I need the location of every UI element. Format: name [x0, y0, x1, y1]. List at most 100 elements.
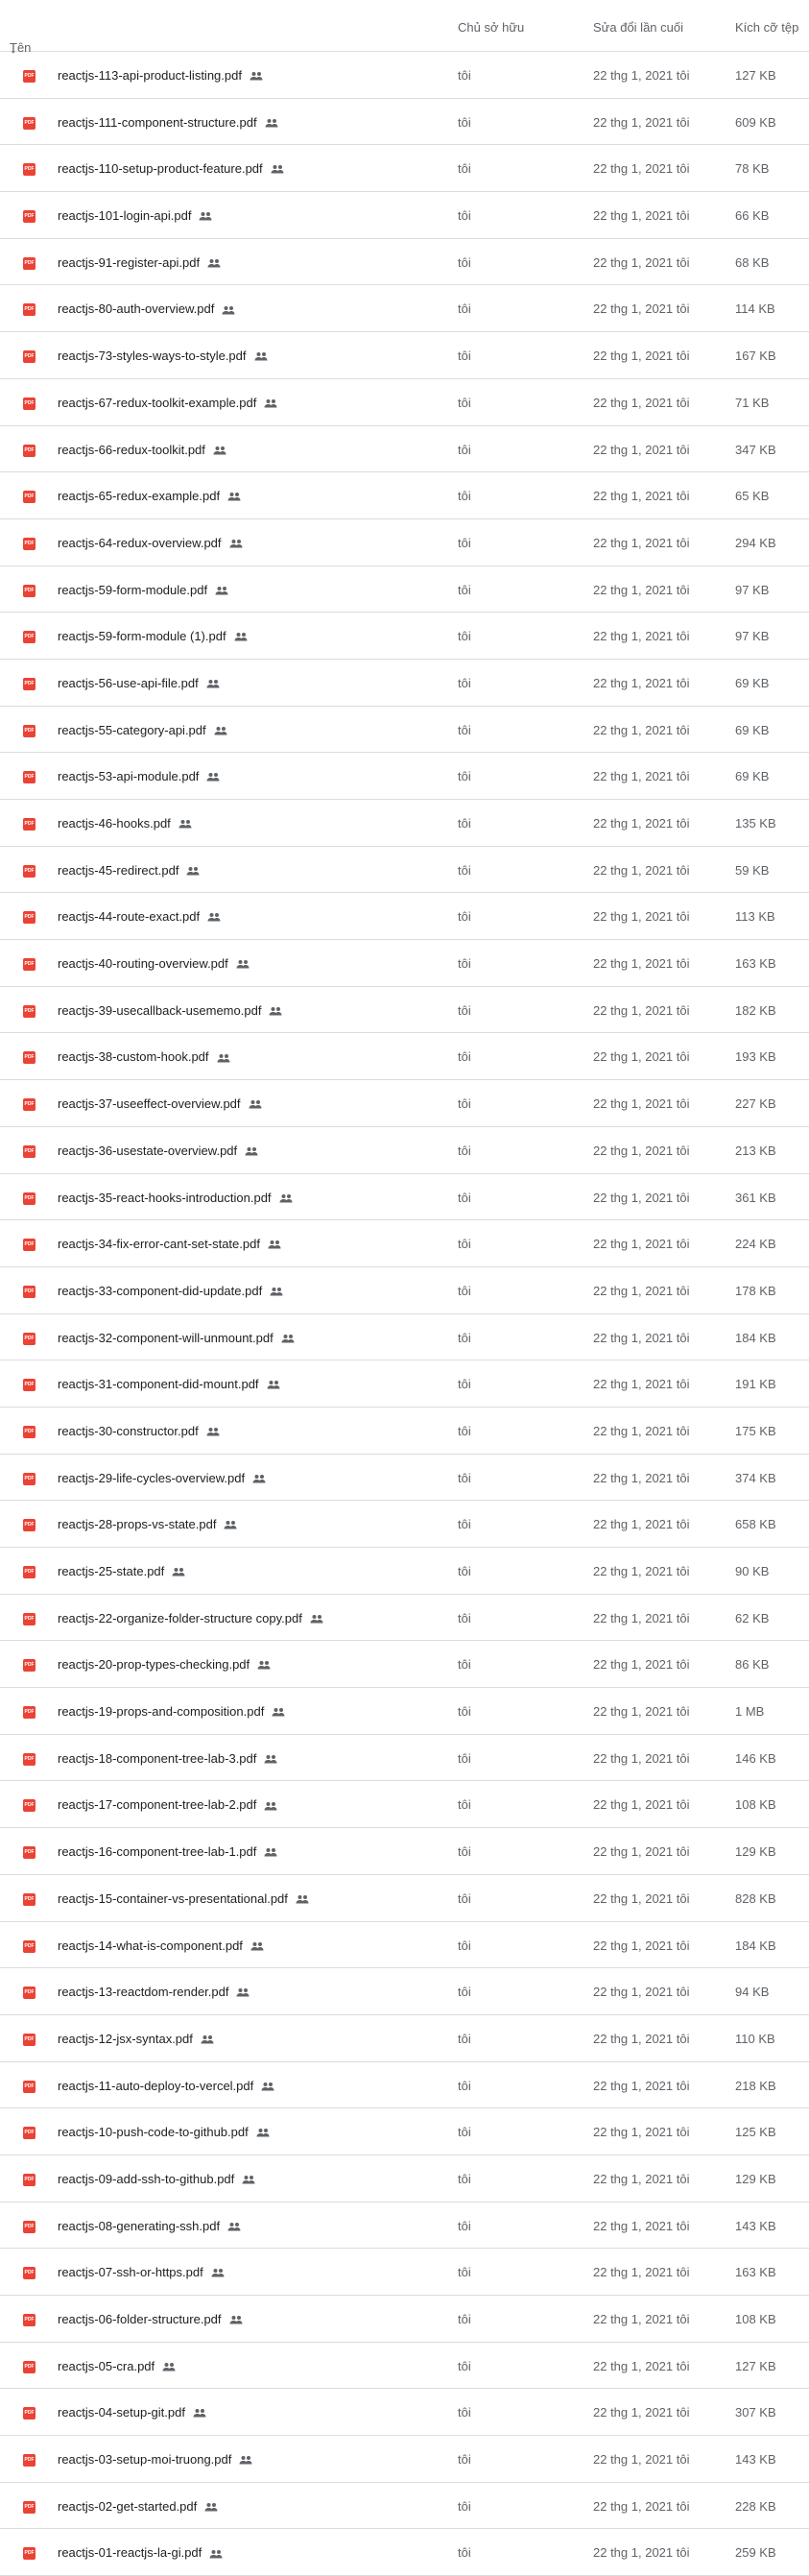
- file-name[interactable]: reactjs-08-generating-ssh.pdf: [58, 2219, 220, 2233]
- file-name-cell[interactable]: reactjs-17-component-tree-lab-2.pdf: [58, 1797, 277, 1813]
- file-row[interactable]: PDF reactjs-30-constructor.pdf tôi 22 thg 1…: [0, 1408, 809, 1455]
- file-name-cell[interactable]: reactjs-45-redirect.pdf: [58, 863, 200, 879]
- file-row[interactable]: PDF reactjs-46-hooks.pdf tôi 22 thg 1, 2021…: [0, 800, 809, 847]
- file-row[interactable]: PDF reactjs-113-api-product-listing.pdf tô…: [0, 52, 809, 99]
- file-name[interactable]: reactjs-04-setup-git.pdf: [58, 2405, 185, 2420]
- file-name-cell[interactable]: reactjs-25-state.pdf: [58, 1564, 185, 1579]
- file-name[interactable]: reactjs-05-cra.pdf: [58, 2359, 155, 2373]
- file-row[interactable]: PDF reactjs-59-form-module (1).pdf tôi 22 t…: [0, 613, 809, 660]
- file-name-cell[interactable]: reactjs-66-redux-toolkit.pdf: [58, 443, 226, 458]
- file-name[interactable]: reactjs-59-form-module.pdf: [58, 583, 207, 597]
- file-name-cell[interactable]: reactjs-35-react-hooks-introduction.pdf: [58, 1191, 293, 1206]
- column-header-owner[interactable]: Chủ sở hữu: [458, 20, 524, 35]
- file-name-cell[interactable]: reactjs-03-setup-moi-truong.pdf: [58, 2452, 252, 2468]
- file-row[interactable]: PDF reactjs-03-setup-moi-truong.pdf tôi 22 …: [0, 2436, 809, 2483]
- file-name-cell[interactable]: reactjs-29-life-cycles-overview.pdf: [58, 1471, 266, 1486]
- file-row[interactable]: PDF reactjs-56-use-api-file.pdf tôi 22 thg …: [0, 660, 809, 707]
- file-row[interactable]: PDF reactjs-65-redux-example.pdf tôi 22 thg…: [0, 472, 809, 519]
- file-row[interactable]: PDF reactjs-20-prop-types-checking.pdf tôi…: [0, 1641, 809, 1689]
- file-name[interactable]: reactjs-91-register-api.pdf: [58, 255, 200, 270]
- file-name[interactable]: reactjs-65-redux-example.pdf: [58, 489, 220, 503]
- file-name-cell[interactable]: reactjs-28-props-vs-state.pdf: [58, 1517, 237, 1532]
- file-name-cell[interactable]: reactjs-13-reactdom-render.pdf: [58, 1985, 250, 2000]
- file-row[interactable]: PDF reactjs-15-container-vs-presentationa…: [0, 1875, 809, 1922]
- file-name-cell[interactable]: reactjs-10-push-code-to-github.pdf: [58, 2125, 270, 2140]
- file-name-cell[interactable]: reactjs-59-form-module (1).pdf: [58, 629, 248, 644]
- file-name[interactable]: reactjs-14-what-is-component.pdf: [58, 1938, 243, 1953]
- file-name-cell[interactable]: reactjs-05-cra.pdf: [58, 2359, 176, 2374]
- file-name-cell[interactable]: reactjs-65-redux-example.pdf: [58, 489, 241, 504]
- file-name[interactable]: reactjs-10-push-code-to-github.pdf: [58, 2125, 249, 2139]
- file-name-cell[interactable]: reactjs-16-component-tree-lab-1.pdf: [58, 1844, 277, 1860]
- file-name[interactable]: reactjs-16-component-tree-lab-1.pdf: [58, 1844, 256, 1859]
- file-name-cell[interactable]: reactjs-30-constructor.pdf: [58, 1424, 220, 1439]
- file-name-cell[interactable]: reactjs-02-get-started.pdf: [58, 2499, 218, 2515]
- file-name-cell[interactable]: reactjs-06-folder-structure.pdf: [58, 2312, 243, 2327]
- file-name[interactable]: reactjs-113-api-product-listing.pdf: [58, 68, 242, 83]
- file-name[interactable]: reactjs-32-component-will-unmount.pdf: [58, 1331, 274, 1345]
- file-row[interactable]: PDF reactjs-08-generating-ssh.pdf tôi 22 th…: [0, 2203, 809, 2250]
- file-name[interactable]: reactjs-09-add-ssh-to-github.pdf: [58, 2172, 234, 2186]
- file-row[interactable]: PDF reactjs-07-ssh-or-https.pdf tôi 22 thg …: [0, 2249, 809, 2296]
- file-name-cell[interactable]: reactjs-39-usecallback-usememo.pdf: [58, 1003, 282, 1019]
- file-name[interactable]: reactjs-44-route-exact.pdf: [58, 909, 200, 924]
- file-name[interactable]: reactjs-30-constructor.pdf: [58, 1424, 199, 1438]
- file-row[interactable]: PDF reactjs-34-fix-error-cant-set-state.p…: [0, 1220, 809, 1267]
- file-name[interactable]: reactjs-55-category-api.pdf: [58, 723, 206, 737]
- file-name[interactable]: reactjs-66-redux-toolkit.pdf: [58, 443, 205, 457]
- file-row[interactable]: PDF reactjs-40-routing-overview.pdf tôi 22 …: [0, 940, 809, 987]
- file-row[interactable]: PDF reactjs-64-redux-overview.pdf tôi 22 th…: [0, 519, 809, 566]
- file-name[interactable]: reactjs-39-usecallback-usememo.pdf: [58, 1003, 261, 1018]
- file-name-cell[interactable]: reactjs-53-api-module.pdf: [58, 769, 220, 784]
- file-row[interactable]: PDF reactjs-91-register-api.pdf tôi 22 thg …: [0, 239, 809, 286]
- file-name-cell[interactable]: reactjs-56-use-api-file.pdf: [58, 676, 220, 691]
- file-row[interactable]: PDF reactjs-36-usestate-overview.pdf tôi 22…: [0, 1127, 809, 1174]
- file-row[interactable]: PDF reactjs-38-custom-hook.pdf tôi 22 thg 1…: [0, 1033, 809, 1081]
- file-name-cell[interactable]: reactjs-40-routing-overview.pdf: [58, 956, 250, 972]
- file-name-cell[interactable]: reactjs-31-component-did-mount.pdf: [58, 1377, 280, 1392]
- file-name[interactable]: reactjs-56-use-api-file.pdf: [58, 676, 199, 690]
- file-row[interactable]: PDF reactjs-59-form-module.pdf tôi 22 thg 1…: [0, 566, 809, 614]
- file-row[interactable]: PDF reactjs-66-redux-toolkit.pdf tôi 22 thg…: [0, 426, 809, 473]
- file-row[interactable]: PDF reactjs-16-component-tree-lab-1.pdf tô…: [0, 1828, 809, 1875]
- file-name[interactable]: reactjs-03-setup-moi-truong.pdf: [58, 2452, 231, 2467]
- file-row[interactable]: PDF reactjs-01-reactjs-la-gi.pdf tôi 22 thg…: [0, 2529, 809, 2576]
- file-name[interactable]: reactjs-12-jsx-syntax.pdf: [58, 2032, 193, 2046]
- file-name-cell[interactable]: reactjs-19-props-and-composition.pdf: [58, 1704, 285, 1720]
- file-name[interactable]: reactjs-73-styles-ways-to-style.pdf: [58, 349, 247, 363]
- file-name-cell[interactable]: reactjs-32-component-will-unmount.pdf: [58, 1331, 295, 1346]
- file-name[interactable]: reactjs-25-state.pdf: [58, 1564, 164, 1578]
- file-name[interactable]: reactjs-29-life-cycles-overview.pdf: [58, 1471, 245, 1485]
- file-row[interactable]: PDF reactjs-35-react-hooks-introduction.p…: [0, 1174, 809, 1221]
- file-name[interactable]: reactjs-13-reactdom-render.pdf: [58, 1985, 228, 1999]
- file-name[interactable]: reactjs-17-component-tree-lab-2.pdf: [58, 1797, 256, 1812]
- file-row[interactable]: PDF reactjs-02-get-started.pdf tôi 22 thg 1…: [0, 2483, 809, 2530]
- file-name[interactable]: reactjs-34-fix-error-cant-set-state.pdf: [58, 1237, 260, 1251]
- file-name-cell[interactable]: reactjs-80-auth-overview.pdf: [58, 301, 235, 317]
- file-row[interactable]: PDF reactjs-17-component-tree-lab-2.pdf tô…: [0, 1781, 809, 1829]
- file-name-cell[interactable]: reactjs-11-auto-deploy-to-vercel.pdf: [58, 2079, 274, 2094]
- file-name[interactable]: reactjs-15-container-vs-presentational.p…: [58, 1891, 288, 1906]
- file-name[interactable]: reactjs-64-redux-overview.pdf: [58, 536, 222, 550]
- file-row[interactable]: PDF reactjs-19-props-and-composition.pdf t…: [0, 1688, 809, 1735]
- file-name[interactable]: reactjs-06-folder-structure.pdf: [58, 2312, 222, 2326]
- file-name-cell[interactable]: reactjs-15-container-vs-presentational.p…: [58, 1891, 309, 1907]
- file-row[interactable]: PDF reactjs-14-what-is-component.pdf tôi 22…: [0, 1922, 809, 1969]
- file-name-cell[interactable]: reactjs-04-setup-git.pdf: [58, 2405, 206, 2420]
- file-name-cell[interactable]: reactjs-09-add-ssh-to-github.pdf: [58, 2172, 255, 2187]
- file-row[interactable]: PDF reactjs-06-folder-structure.pdf tôi 22 …: [0, 2296, 809, 2343]
- file-row[interactable]: PDF reactjs-11-auto-deploy-to-vercel.pdf t…: [0, 2062, 809, 2109]
- file-row[interactable]: PDF reactjs-111-component-structure.pdf tô…: [0, 99, 809, 146]
- file-name-cell[interactable]: reactjs-59-form-module.pdf: [58, 583, 228, 598]
- file-name[interactable]: reactjs-11-auto-deploy-to-vercel.pdf: [58, 2079, 253, 2093]
- file-row[interactable]: PDF reactjs-73-styles-ways-to-style.pdf tô…: [0, 332, 809, 379]
- file-name[interactable]: reactjs-80-auth-overview.pdf: [58, 301, 214, 316]
- file-name-cell[interactable]: reactjs-113-api-product-listing.pdf: [58, 68, 263, 84]
- file-name-cell[interactable]: reactjs-36-usestate-overview.pdf: [58, 1144, 258, 1159]
- file-row[interactable]: PDF reactjs-05-cra.pdf tôi 22 thg 1, 2021 t…: [0, 2343, 809, 2390]
- file-name-cell[interactable]: reactjs-22-organize-folder-structure cop…: [58, 1611, 323, 1626]
- file-name[interactable]: reactjs-33-component-did-update.pdf: [58, 1284, 262, 1298]
- file-name[interactable]: reactjs-37-useeffect-overview.pdf: [58, 1096, 241, 1111]
- file-name-cell[interactable]: reactjs-33-component-did-update.pdf: [58, 1284, 283, 1299]
- file-name[interactable]: reactjs-01-reactjs-la-gi.pdf: [58, 2545, 202, 2560]
